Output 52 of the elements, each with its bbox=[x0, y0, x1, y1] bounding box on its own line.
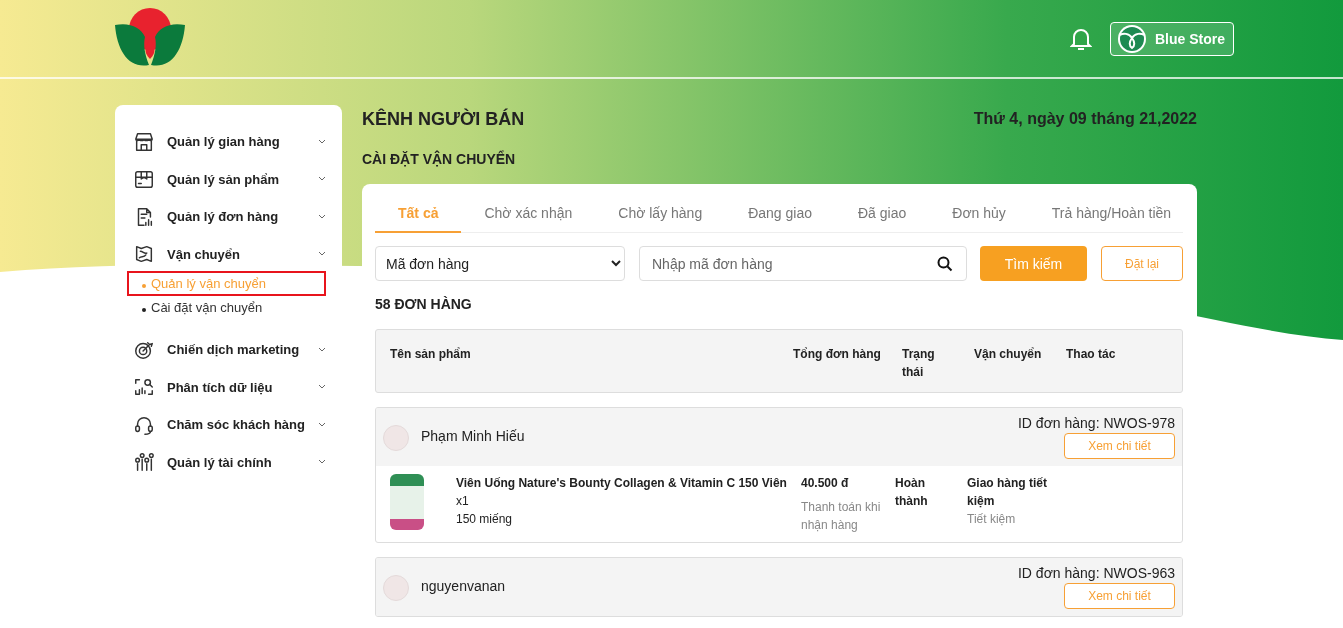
filter-select[interactable]: Mã đơn hàng bbox=[375, 246, 625, 281]
shipping-method: Giao hàng tiết kiệm bbox=[967, 475, 1048, 510]
quantity: x1 bbox=[456, 493, 470, 510]
tab[interactable]: Đang giao bbox=[725, 196, 835, 233]
order-status: Hoàn thành bbox=[895, 475, 929, 510]
avatar bbox=[383, 425, 409, 451]
graph-icon bbox=[133, 451, 155, 474]
tab[interactable]: Trả hàng/Hoàn tiền bbox=[1028, 196, 1195, 233]
tab[interactable]: Đơn hủy bbox=[929, 196, 1029, 233]
tab[interactable]: Chờ xác nhận bbox=[461, 196, 596, 233]
chevron-icon bbox=[318, 137, 326, 146]
column-header: Thao tác bbox=[1066, 346, 1117, 363]
sidebar-item[interactable]: Chiến dịch marketing bbox=[133, 331, 326, 369]
section-title: CÀI ĐẶT VẬN CHUYỂN bbox=[362, 151, 517, 167]
store-icon bbox=[133, 130, 155, 153]
variant: 150 miếng bbox=[456, 511, 514, 528]
customer-name: nguyenvanan bbox=[421, 578, 507, 594]
product-image bbox=[390, 474, 424, 530]
avatar bbox=[383, 575, 409, 601]
bell-icon[interactable] bbox=[1070, 27, 1092, 51]
chevron-icon bbox=[318, 420, 326, 429]
chevron-icon bbox=[318, 212, 326, 221]
order-id: ID đơn hàng: NWOS-963 bbox=[1017, 565, 1175, 581]
column-header: Tên sản phẩm bbox=[390, 346, 472, 363]
sidebar-item[interactable]: Quản lý đơn hàng bbox=[133, 198, 326, 236]
customer-name: Phạm Minh Hiếu bbox=[421, 428, 526, 444]
search-field[interactable]: Nhập mã đơn hàng bbox=[639, 246, 967, 281]
column-header: Tổng đơn hàng bbox=[793, 346, 882, 363]
product-name: Viên Uống Nature's Bounty Collagen & Vitamin C 150 Viên bbox=[456, 475, 788, 492]
sidebar-item[interactable]: Phân tích dữ liệu bbox=[133, 368, 326, 406]
shipping-type: Tiết kiệm bbox=[967, 511, 1017, 528]
store-account-button[interactable]: Blue Store bbox=[1110, 22, 1234, 56]
date-text: Thứ 4, ngày 09 tháng 21,2022 bbox=[973, 110, 1197, 128]
order-id: ID đơn hàng: NWOS-978 bbox=[1017, 415, 1175, 431]
column-header: Vận chuyển bbox=[974, 346, 1043, 363]
chevron-icon bbox=[318, 345, 326, 354]
tab[interactable]: Đã giao bbox=[835, 196, 930, 233]
search-icon bbox=[937, 256, 953, 272]
sidebar-item[interactable]: Quản lý tài chính bbox=[133, 443, 326, 481]
leaf-logo-icon bbox=[1117, 24, 1147, 54]
tab[interactable]: Chờ lấy hàng bbox=[595, 196, 726, 233]
sidebar-item[interactable]: Chăm sóc khách hàng bbox=[133, 406, 326, 444]
column-header: Trạng thái bbox=[902, 346, 936, 381]
price: 40.500 đ bbox=[801, 475, 850, 492]
sidebar-item[interactable]: Vận chuyển bbox=[133, 235, 326, 273]
sidebar-item[interactable]: Quản lý sản phẩm bbox=[133, 160, 326, 198]
box-icon bbox=[133, 168, 155, 191]
order-count: 58 ĐƠN HÀNG bbox=[375, 296, 473, 312]
sidebar-item[interactable]: Quản lý gian hàng bbox=[133, 123, 326, 161]
sidebar-subitem[interactable]: Cài đặt vận chuyển bbox=[129, 297, 324, 318]
payment-method: Thanh toán khi nhận hàng bbox=[801, 499, 882, 534]
page-title: KÊNH NGƯỜI BÁN bbox=[362, 108, 525, 130]
